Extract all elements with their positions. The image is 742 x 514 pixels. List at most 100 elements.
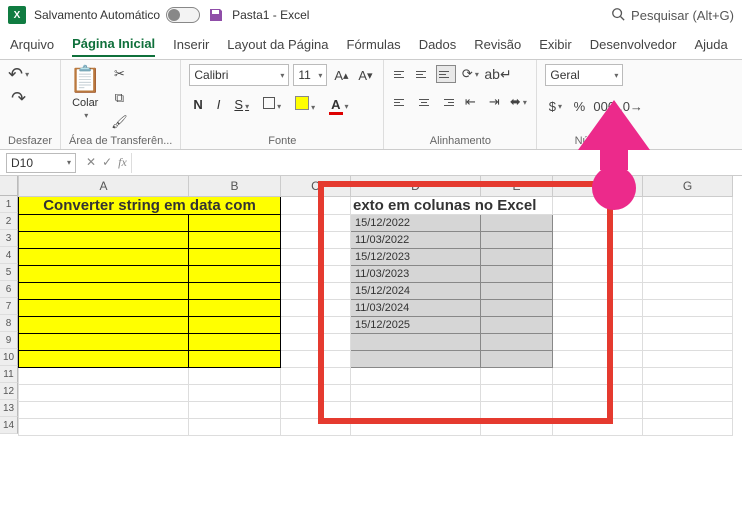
tab-file[interactable]: Arquivo <box>10 33 54 56</box>
cell[interactable] <box>281 282 351 299</box>
cell[interactable] <box>189 282 281 299</box>
cell[interactable] <box>481 401 553 418</box>
italic-button[interactable]: I <box>213 97 225 112</box>
undo-button[interactable]: ↶▾ <box>8 64 29 84</box>
row-header[interactable]: 8 <box>0 315 18 332</box>
cell[interactable] <box>553 265 643 282</box>
wrap-text-button[interactable]: ab↵ <box>484 64 511 84</box>
align-bottom-button[interactable] <box>436 65 456 83</box>
tab-view[interactable]: Exibir <box>539 33 572 56</box>
select-all-corner[interactable] <box>0 176 18 196</box>
row-header[interactable]: 14 <box>0 417 18 434</box>
cell[interactable]: 11/03/2024 <box>351 299 481 316</box>
cell[interactable] <box>19 282 189 299</box>
cell[interactable] <box>643 231 733 248</box>
cell[interactable]: 15/12/2022 <box>351 214 481 231</box>
align-left-button[interactable] <box>392 93 412 111</box>
cell[interactable] <box>643 384 733 401</box>
decrease-indent-button[interactable]: ⇤ <box>460 92 480 112</box>
row-header[interactable]: 7 <box>0 298 18 315</box>
cell[interactable] <box>351 350 481 367</box>
cell[interactable] <box>481 299 553 316</box>
row-header[interactable]: 5 <box>0 264 18 281</box>
tab-layout[interactable]: Layout da Página <box>227 33 328 56</box>
cell[interactable] <box>643 316 733 333</box>
merge-button[interactable]: ⬌▾ <box>508 92 528 112</box>
cell-title-right[interactable]: exto em colunas no Excel <box>351 196 553 214</box>
cell[interactable] <box>553 367 643 384</box>
cell[interactable] <box>481 265 553 282</box>
enter-formula-icon[interactable]: ✓ <box>102 155 112 170</box>
cell[interactable] <box>553 350 643 367</box>
col-header[interactable]: F <box>553 176 643 196</box>
cell[interactable] <box>189 367 281 384</box>
cell[interactable] <box>189 299 281 316</box>
tab-home[interactable]: Página Inicial <box>72 32 155 57</box>
cell[interactable] <box>19 401 189 418</box>
increase-decimal-button[interactable]: .0→ <box>619 96 643 116</box>
cell[interactable] <box>19 265 189 282</box>
row-header[interactable]: 2 <box>0 213 18 230</box>
cell[interactable] <box>481 418 553 435</box>
align-top-button[interactable] <box>392 65 412 83</box>
cell[interactable] <box>189 265 281 282</box>
cell-grid[interactable]: A B C D E F G Converter string em data c… <box>18 176 733 436</box>
cell[interactable] <box>481 333 553 350</box>
cell[interactable] <box>553 196 643 214</box>
cell[interactable] <box>643 282 733 299</box>
cell[interactable] <box>19 214 189 231</box>
cell[interactable] <box>553 282 643 299</box>
cell[interactable] <box>643 248 733 265</box>
currency-button[interactable]: $▾ <box>545 96 565 116</box>
row-header[interactable]: 12 <box>0 383 18 400</box>
align-right-button[interactable] <box>436 93 456 111</box>
cell[interactable] <box>189 214 281 231</box>
cell[interactable] <box>643 350 733 367</box>
cell[interactable] <box>481 214 553 231</box>
tab-review[interactable]: Revisão <box>474 33 521 56</box>
col-header[interactable]: A <box>19 176 189 196</box>
tab-data[interactable]: Dados <box>419 33 457 56</box>
align-middle-button[interactable] <box>414 65 434 83</box>
col-header[interactable]: E <box>481 176 553 196</box>
cell[interactable] <box>553 214 643 231</box>
align-center-button[interactable] <box>414 93 434 111</box>
increase-font-button[interactable]: A▴ <box>331 65 351 85</box>
cell[interactable] <box>19 418 189 435</box>
cell[interactable] <box>281 196 351 214</box>
comma-button[interactable]: 000 <box>593 96 615 116</box>
cell[interactable] <box>481 282 553 299</box>
tab-insert[interactable]: Inserir <box>173 33 209 56</box>
cell[interactable] <box>189 333 281 350</box>
fx-icon[interactable]: fx <box>118 155 127 170</box>
cell[interactable] <box>189 384 281 401</box>
cell[interactable] <box>643 333 733 350</box>
cell[interactable] <box>281 333 351 350</box>
cell[interactable] <box>481 231 553 248</box>
cell[interactable] <box>19 384 189 401</box>
tab-developer[interactable]: Desenvolvedor <box>590 33 677 56</box>
cell[interactable] <box>19 333 189 350</box>
cell[interactable] <box>281 265 351 282</box>
format-painter-button[interactable]: 🖌 <box>109 112 129 132</box>
bold-button[interactable]: N <box>189 97 206 112</box>
row-header[interactable]: 13 <box>0 400 18 417</box>
formula-bar[interactable] <box>131 153 742 173</box>
cell[interactable] <box>553 316 643 333</box>
cell[interactable] <box>19 316 189 333</box>
cell[interactable] <box>281 384 351 401</box>
underline-button[interactable]: S▾ <box>230 97 253 112</box>
tab-formulas[interactable]: Fórmulas <box>347 33 401 56</box>
copy-button[interactable]: ⧉ <box>109 88 129 108</box>
cell[interactable] <box>553 333 643 350</box>
cell[interactable] <box>189 248 281 265</box>
cell[interactable] <box>281 248 351 265</box>
increase-indent-button[interactable]: ⇥ <box>484 92 504 112</box>
name-box[interactable]: D10▾ <box>6 153 76 173</box>
font-size-select[interactable]: 11▾ <box>293 64 327 86</box>
fill-color-button[interactable]: ▾ <box>291 96 319 113</box>
cell[interactable] <box>189 350 281 367</box>
cell[interactable] <box>19 248 189 265</box>
row-header[interactable]: 1 <box>0 196 18 213</box>
number-format-select[interactable]: Geral▾ <box>545 64 623 86</box>
